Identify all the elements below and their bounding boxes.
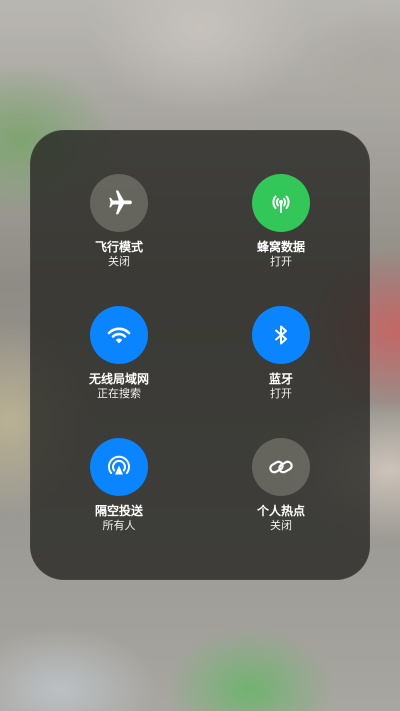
bluetooth-status: 打开 [270,387,292,400]
airplane-mode-label: 飞行模式 [94,240,143,254]
personal-hotspot-button[interactable] [252,438,310,496]
wifi-icon [104,320,134,350]
bluetooth-icon [266,320,296,350]
bluetooth-button[interactable] [252,306,310,364]
cellular-data-toggle[interactable]: 蜂窝数据 打开 [221,174,341,294]
wifi-label: 无线局域网 [88,372,149,386]
connectivity-panel: 飞行模式 关闭 蜂窝数据 打开 无线局域网 正在搜索 蓝牙 打开 隔空投送 所有… [30,130,370,580]
airplane-icon [104,188,134,218]
cellular-data-status: 打开 [270,255,292,268]
airdrop-status: 所有人 [102,519,136,532]
personal-hotspot-status: 关闭 [270,519,292,532]
airdrop-label: 隔空投送 [94,504,143,518]
airdrop-icon [103,451,135,483]
wifi-status: 正在搜索 [97,387,141,400]
bluetooth-toggle[interactable]: 蓝牙 打开 [221,306,341,426]
wifi-toggle[interactable]: 无线局域网 正在搜索 [59,306,179,426]
airdrop-toggle[interactable]: 隔空投送 所有人 [59,438,179,558]
personal-hotspot-toggle[interactable]: 个人热点 关闭 [221,438,341,558]
airplane-mode-status: 关闭 [108,255,130,268]
bluetooth-label: 蓝牙 [268,372,293,386]
cellular-antenna-icon [266,188,296,218]
cellular-data-label: 蜂窝数据 [256,240,305,254]
airplane-mode-button[interactable] [90,174,148,232]
personal-hotspot-icon [265,451,297,483]
wifi-button[interactable] [90,306,148,364]
airdrop-button[interactable] [90,438,148,496]
personal-hotspot-label: 个人热点 [256,504,305,518]
airplane-mode-toggle[interactable]: 飞行模式 关闭 [59,174,179,294]
cellular-data-button[interactable] [252,174,310,232]
screen: 飞行模式 关闭 蜂窝数据 打开 无线局域网 正在搜索 蓝牙 打开 隔空投送 所有… [0,0,400,711]
